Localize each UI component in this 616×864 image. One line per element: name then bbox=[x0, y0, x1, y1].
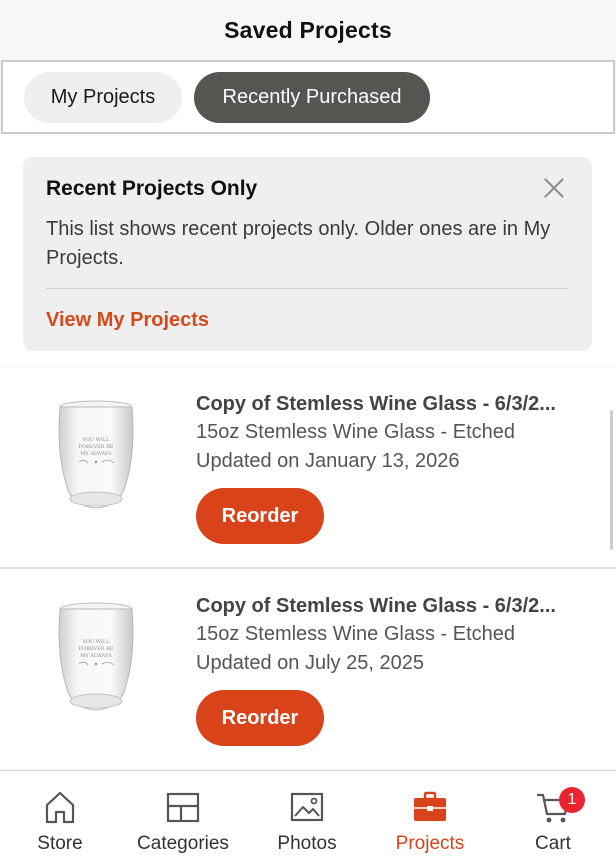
tab-my-projects[interactable]: My Projects bbox=[24, 71, 182, 123]
project-card[interactable]: YOU WILL FOREVER BE MY ALWAYS Copy of St… bbox=[0, 367, 616, 567]
project-updated: Updated on July 25, 2025 bbox=[196, 652, 424, 674]
home-icon bbox=[45, 791, 75, 824]
tabbar-item-cart[interactable]: 1 Cart bbox=[498, 787, 608, 855]
tabbar-label: Store bbox=[37, 833, 83, 854]
reorder-button[interactable]: Reorder bbox=[196, 690, 324, 746]
segment-tabs: My Projects Recently Purchased bbox=[1, 60, 615, 134]
project-title: Copy of Stemless Wine Glass - 6/3/2... bbox=[196, 595, 556, 617]
wine-glass-image: YOU WILL FOREVER BE MY ALWAYS bbox=[58, 602, 134, 711]
tabbar-label: Photos bbox=[277, 833, 337, 854]
engraving-line-3: MY ALWAYS bbox=[80, 653, 112, 659]
tabbar-item-projects[interactable]: Projects bbox=[375, 789, 485, 855]
engraving-line-2: FOREVER BE bbox=[79, 444, 114, 450]
tab-recently-purchased[interactable]: Recently Purchased bbox=[194, 71, 430, 123]
project-title: Copy of Stemless Wine Glass - 6/3/2... bbox=[196, 393, 556, 415]
info-banner: Recent Projects Only This list shows rec… bbox=[23, 157, 592, 351]
tabbar-label: Projects bbox=[395, 833, 465, 854]
scrollbar[interactable] bbox=[610, 410, 613, 550]
banner-body: This list shows recent projects only. Ol… bbox=[46, 218, 551, 269]
cart-count-badge: 1 bbox=[559, 787, 585, 813]
tabbar-item-store[interactable]: Store bbox=[5, 789, 115, 855]
tabbar-label: Cart bbox=[535, 833, 571, 854]
tabbar-item-photos[interactable]: Photos bbox=[252, 789, 362, 855]
view-my-projects-link[interactable]: View My Projects bbox=[46, 309, 209, 332]
briefcase-icon bbox=[414, 791, 446, 821]
project-updated: Updated on January 13, 2026 bbox=[196, 450, 460, 472]
bottom-tab-bar: Store Categories Photos Projects 1 Cart bbox=[0, 770, 616, 864]
wine-glass-image: YOU WILL FOREVER BE MY ALWAYS bbox=[58, 400, 134, 509]
header: Saved Projects bbox=[0, 0, 616, 60]
project-card[interactable]: YOU WILL FOREVER BE MY ALWAYS Copy of St… bbox=[0, 569, 616, 769]
photos-icon bbox=[290, 792, 324, 822]
tabbar-item-categories[interactable]: Categories bbox=[128, 789, 238, 855]
engraving-line-1: YOU WILL bbox=[82, 639, 111, 645]
engraving-line-1: YOU WILL bbox=[82, 437, 111, 443]
page-title: Saved Projects bbox=[224, 16, 392, 43]
banner-title: Recent Projects Only bbox=[46, 177, 258, 200]
reorder-button[interactable]: Reorder bbox=[196, 488, 324, 544]
close-icon[interactable] bbox=[543, 177, 565, 199]
categories-icon bbox=[166, 792, 200, 823]
banner-divider bbox=[46, 288, 569, 289]
engraving-line-2: FOREVER BE bbox=[79, 646, 114, 652]
engraving-line-3: MY ALWAYS bbox=[80, 451, 112, 457]
project-product: 15oz Stemless Wine Glass - Etched bbox=[196, 623, 516, 645]
tabbar-label: Categories bbox=[137, 833, 229, 854]
project-product: 15oz Stemless Wine Glass - Etched bbox=[196, 421, 516, 443]
